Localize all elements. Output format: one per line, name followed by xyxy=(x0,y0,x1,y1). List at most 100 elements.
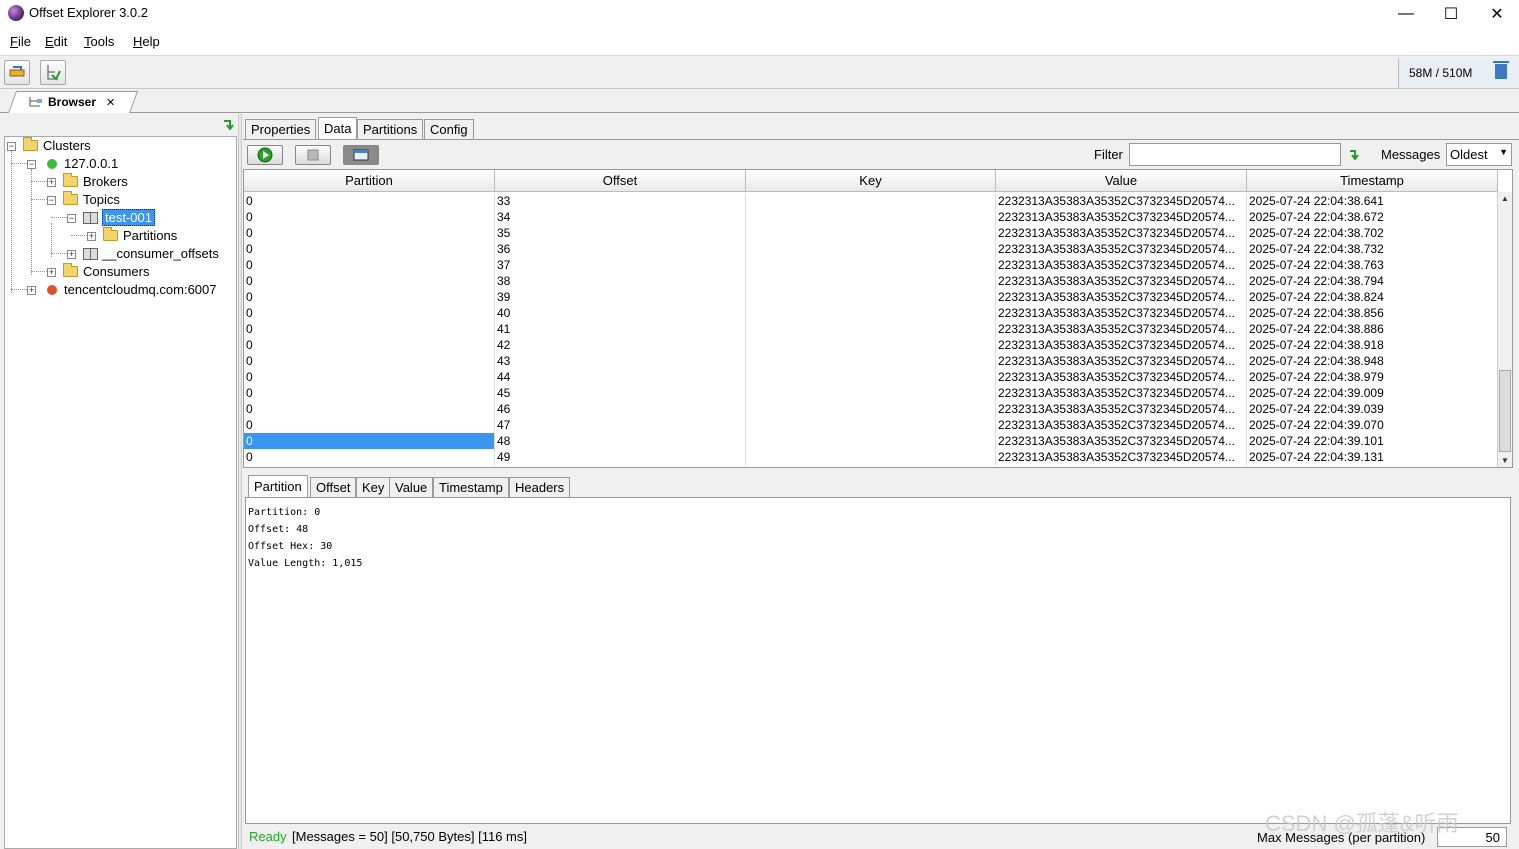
cell-key xyxy=(746,449,996,465)
tab-partitions[interactable]: Partitions xyxy=(357,119,424,139)
detail-tab-partition[interactable]: Partition xyxy=(248,475,308,497)
tab-data[interactable]: Data xyxy=(318,117,358,139)
column-timestamp[interactable]: Timestamp xyxy=(1247,170,1498,192)
watermark: CSDN @孤蓬&听雨 xyxy=(1265,811,1459,836)
cell-timestamp: 2025-07-24 22:04:38.641 xyxy=(1247,193,1498,209)
garbage-collect-icon[interactable] xyxy=(1493,61,1509,79)
column-partition[interactable]: Partition xyxy=(244,170,495,192)
tree-consumers[interactable]: Consumers xyxy=(63,263,149,280)
menu-help[interactable]: Help xyxy=(133,34,160,49)
detail-tab-value[interactable]: Value xyxy=(389,477,434,497)
topic-icon xyxy=(83,211,98,224)
scroll-down-icon[interactable]: ▼ xyxy=(1498,454,1512,467)
table-scrollbar[interactable]: ▲ ▼ xyxy=(1497,192,1512,467)
detail-line-value-length: Value Length: 1,015 xyxy=(248,558,363,569)
tree-consumer-offsets[interactable]: __consumer_offsets xyxy=(83,245,219,262)
table-row[interactable]: 0 48 2232313A35383A35352C3732345D20574... 2… xyxy=(244,433,1498,449)
message-detail-panel[interactable]: Partition: 0 Offset: 48 Offset Hex: 30 V… xyxy=(245,497,1511,824)
cell-partition: 0 xyxy=(244,449,495,465)
view-toggle-button[interactable] xyxy=(343,145,379,165)
tree-topics[interactable]: Topics xyxy=(63,191,120,208)
table-row[interactable]: 0 41 2232313A35383A35352C3732345D20574... 2… xyxy=(244,321,1498,337)
topics-collapse-toggle[interactable]: − xyxy=(47,196,56,205)
apply-filter-icon[interactable] xyxy=(1347,148,1361,162)
consumers-expand-toggle[interactable]: + xyxy=(47,268,56,277)
tree-clusters[interactable]: Clusters xyxy=(23,137,91,154)
cell-offset: 35 xyxy=(495,225,746,241)
tab-properties[interactable]: Properties xyxy=(245,119,317,139)
clusters-collapse-toggle[interactable]: − xyxy=(7,142,16,151)
folder-open-icon xyxy=(23,137,38,151)
browser-tab[interactable]: Browser ✕ xyxy=(28,94,115,110)
browser-tab-close-icon[interactable]: ✕ xyxy=(106,96,115,109)
cell-timestamp: 2025-07-24 22:04:38.856 xyxy=(1247,305,1498,321)
detail-tab-headers[interactable]: Headers xyxy=(509,477,571,497)
table-row[interactable]: 0 36 2232313A35383A35352C3732345D20574... 2… xyxy=(244,241,1498,257)
topic-collapse-toggle[interactable]: − xyxy=(67,214,76,223)
table-row[interactable]: 0 39 2232313A35383A35352C3732345D20574... 2… xyxy=(244,289,1498,305)
table-row[interactable]: 0 44 2232313A35383A35352C3732345D20574... 2… xyxy=(244,369,1498,385)
scroll-up-icon[interactable]: ▲ xyxy=(1498,192,1512,205)
cell-timestamp: 2025-07-24 22:04:38.948 xyxy=(1247,353,1498,369)
detail-tab-timestamp[interactable]: Timestamp xyxy=(433,477,509,497)
cell-offset: 33 xyxy=(495,193,746,209)
messages-select[interactable]: Oldest ▼ xyxy=(1446,143,1512,166)
minimize-button[interactable]: — xyxy=(1383,0,1429,28)
table-row[interactable]: 0 33 2232313A35383A35352C3732345D20574... 2… xyxy=(244,193,1498,209)
menu-file[interactable]: File xyxy=(10,34,31,49)
host-collapse-toggle[interactable]: − xyxy=(27,160,36,169)
cell-value: 2232313A35383A35352C3732345D20574... xyxy=(996,401,1247,417)
column-value[interactable]: Value xyxy=(996,170,1247,192)
table-row[interactable]: 0 34 2232313A35383A35352C3732345D20574... 2… xyxy=(244,209,1498,225)
detail-tab-offset[interactable]: Offset xyxy=(310,477,357,497)
consumer-offsets-expand-toggle[interactable]: + xyxy=(67,250,76,259)
tree-brokers[interactable]: Brokers xyxy=(63,173,128,190)
refresh-tree-icon[interactable] xyxy=(221,118,235,132)
table-row[interactable]: 0 43 2232313A35383A35352C3732345D20574... 2… xyxy=(244,353,1498,369)
remote-expand-toggle[interactable]: + xyxy=(27,286,36,295)
tree-topic-test-001[interactable]: test-001 xyxy=(83,209,155,226)
app-logo-icon xyxy=(8,5,24,21)
menu-tools[interactable]: Tools xyxy=(84,34,114,49)
cell-partition: 0 xyxy=(244,353,495,369)
filter-input[interactable] xyxy=(1129,143,1341,166)
table-row[interactable]: 0 37 2232313A35383A35352C3732345D20574... 2… xyxy=(244,257,1498,273)
column-offset[interactable]: Offset xyxy=(495,170,746,192)
table-row[interactable]: 0 38 2232313A35383A35352C3732345D20574... 2… xyxy=(244,273,1498,289)
connect-icon xyxy=(9,66,25,77)
maximize-button[interactable]: ☐ xyxy=(1428,0,1474,28)
table-row[interactable]: 0 47 2232313A35383A35352C3732345D20574... 2… xyxy=(244,417,1498,433)
cell-offset: 46 xyxy=(495,401,746,417)
memory-indicator: 58M / 510M xyxy=(1398,58,1519,88)
topic-icon xyxy=(83,247,98,260)
cell-value: 2232313A35383A35352C3732345D20574... xyxy=(996,273,1247,289)
pane-splitter[interactable] xyxy=(238,114,242,849)
detail-tab-key[interactable]: Key xyxy=(356,477,391,497)
scrollbar-thumb[interactable] xyxy=(1499,370,1511,452)
connect-button[interactable] xyxy=(4,60,30,85)
partitions-expand-toggle[interactable]: + xyxy=(87,232,96,241)
cell-partition: 0 xyxy=(244,225,495,241)
stop-button[interactable] xyxy=(295,145,331,165)
close-window-button[interactable]: ✕ xyxy=(1474,0,1519,28)
brokers-expand-toggle[interactable]: + xyxy=(47,178,56,187)
cell-key xyxy=(746,225,996,241)
table-row[interactable]: 0 49 2232313A35383A35352C3732345D20574... 2… xyxy=(244,449,1498,465)
new-connection-button[interactable] xyxy=(40,60,66,85)
cell-key xyxy=(746,321,996,337)
column-key[interactable]: Key xyxy=(746,170,996,192)
table-row[interactable]: 0 40 2232313A35383A35352C3732345D20574... 2… xyxy=(244,305,1498,321)
table-row[interactable]: 0 35 2232313A35383A35352C3732345D20574... 2… xyxy=(244,225,1498,241)
cell-value: 2232313A35383A35352C3732345D20574... xyxy=(996,257,1247,273)
table-row[interactable]: 0 42 2232313A35383A35352C3732345D20574... 2… xyxy=(244,337,1498,353)
tree-partitions[interactable]: Partitions xyxy=(103,227,177,244)
play-icon xyxy=(257,147,273,163)
table-row[interactable]: 0 46 2232313A35383A35352C3732345D20574... 2… xyxy=(244,401,1498,417)
tree-remote-cluster[interactable]: tencentcloudmq.com:6007 xyxy=(47,281,216,298)
menu-edit[interactable]: Edit xyxy=(45,34,67,49)
tab-config[interactable]: Config xyxy=(424,119,474,139)
cell-key xyxy=(746,385,996,401)
table-row[interactable]: 0 45 2232313A35383A35352C3732345D20574... 2… xyxy=(244,385,1498,401)
tree-host[interactable]: 127.0.0.1 xyxy=(47,155,118,172)
start-button[interactable] xyxy=(247,145,283,165)
